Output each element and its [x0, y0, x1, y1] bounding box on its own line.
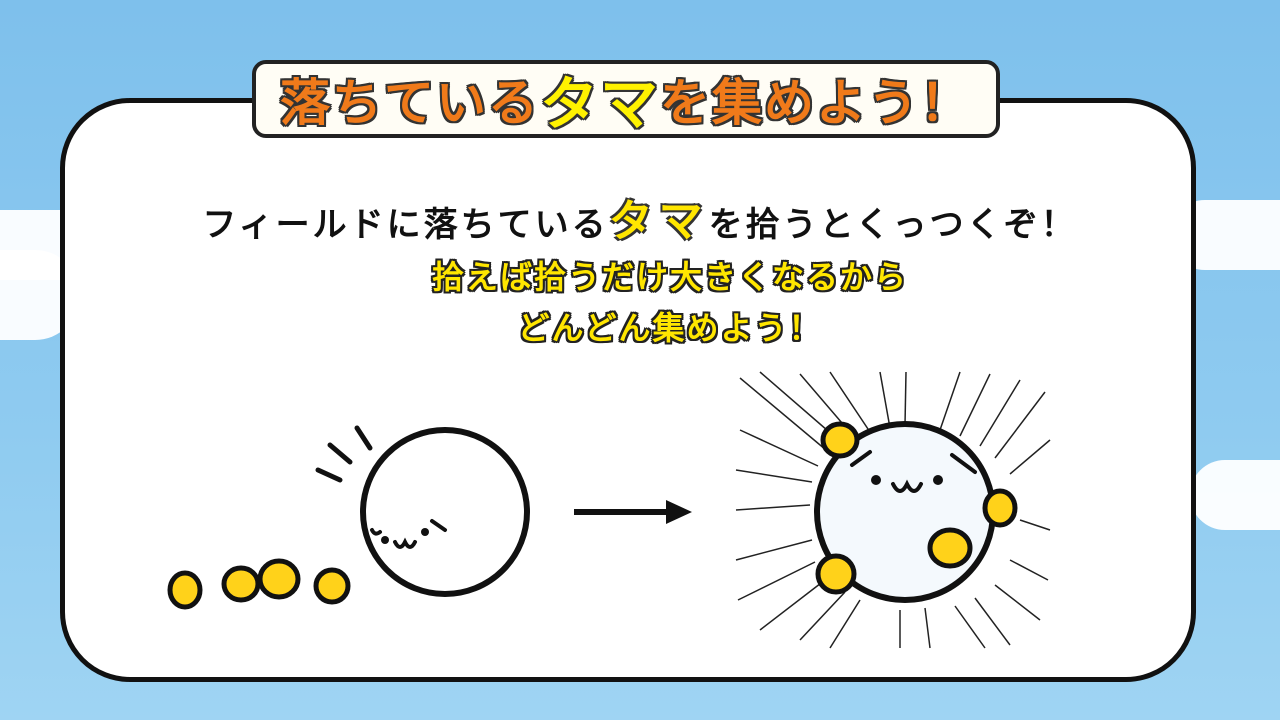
small-ball: [313, 567, 351, 605]
small-ball: [167, 570, 203, 610]
player-ball-small: [360, 427, 530, 597]
small-ball: [221, 565, 261, 603]
player-ball-big: [814, 421, 1018, 603]
attached-ball: [820, 421, 860, 459]
small-ball: [257, 558, 301, 600]
attached-ball: [982, 488, 1018, 528]
motion-lines: [315, 425, 373, 483]
scattered-balls: [167, 558, 351, 610]
attached-ball: [927, 527, 973, 569]
illustration: [167, 371, 1051, 649]
attached-ball: [815, 553, 857, 595]
arrow-right-icon: [574, 500, 692, 524]
